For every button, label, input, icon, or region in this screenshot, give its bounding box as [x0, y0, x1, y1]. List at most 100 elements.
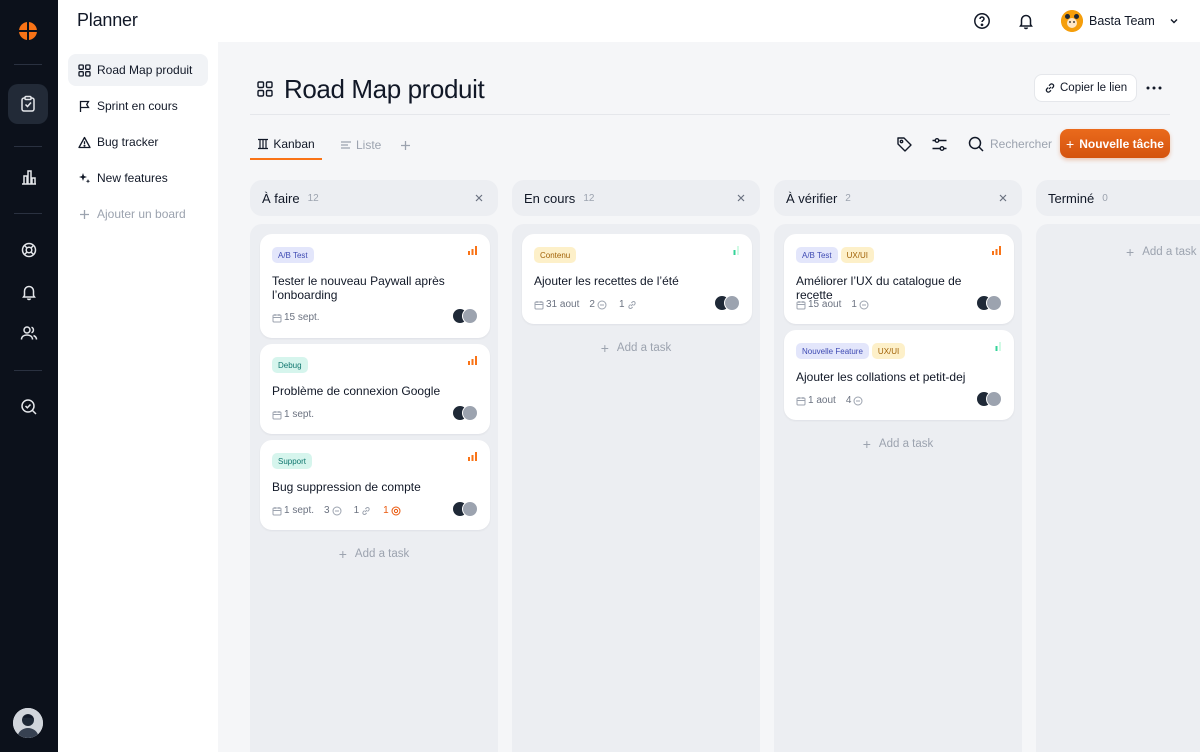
team-switcher[interactable]: Basta Team	[1061, 9, 1181, 33]
assignees[interactable]	[452, 501, 478, 517]
task-meta: 15 aout 1	[796, 299, 881, 310]
task-card[interactable]: Contenu Ajouter les recettes de l’été 31…	[522, 234, 752, 324]
avatar	[986, 391, 1002, 407]
tab-kanban[interactable]: Kanban	[250, 130, 322, 160]
grid-icon	[257, 81, 273, 97]
close-icon[interactable]	[472, 191, 486, 205]
tag-badge: UX/UI	[871, 343, 906, 359]
priority-high-icon	[468, 356, 477, 365]
avatar	[462, 501, 478, 517]
priority-high-icon	[992, 246, 1001, 255]
assignees[interactable]	[976, 295, 1002, 311]
top-bar: Planner Basta Team	[58, 0, 1200, 42]
notifications-icon[interactable]	[1016, 11, 1036, 31]
tag-badge: A/B Test	[272, 247, 314, 263]
task-meta: 1 aout 4	[796, 395, 875, 406]
add-task-button[interactable]: + Add a task	[1126, 244, 1197, 260]
plus-icon	[77, 207, 91, 221]
sidebar-item-sprint[interactable]: Sprint en cours	[68, 90, 208, 122]
comment-icon	[597, 300, 607, 309]
help-icon[interactable]	[972, 11, 992, 31]
column-header: À vérifier 2	[774, 180, 1022, 216]
sidebar-item-label: Ajouter un board	[97, 207, 186, 221]
board-header: Road Map produit Copier le lien	[250, 72, 1170, 115]
analytics-icon[interactable]	[17, 165, 41, 189]
due-date-label: 1 sept.	[284, 505, 315, 516]
board-main: Road Map produit Copier le lien Kanban L…	[218, 42, 1200, 752]
due-date-label: 15 sept.	[284, 312, 320, 323]
due-date-label: 1 aout	[808, 395, 836, 406]
priority-low-icon	[733, 246, 739, 255]
task-card[interactable]: Debug Problème de connexion Google 1 sep…	[260, 344, 490, 434]
column-body: + Add a task	[1036, 224, 1200, 752]
calendar-icon	[272, 506, 282, 515]
add-task-button[interactable]: + Add a task	[774, 436, 1022, 452]
column-count: 0	[1102, 192, 1108, 204]
sidebar-item-new-features[interactable]: New features	[68, 162, 208, 194]
column-a-verifier: À vérifier 2 A/B Test UX/UI Améliorer l’…	[774, 180, 1022, 752]
new-task-label: Nouvelle tâche	[1079, 136, 1164, 151]
planner-icon[interactable]	[8, 84, 48, 124]
tab-label: Liste	[356, 138, 382, 152]
grid-icon	[77, 63, 91, 77]
list-icon	[340, 139, 352, 151]
assignees[interactable]	[452, 308, 478, 324]
bug-icon	[391, 506, 401, 515]
add-board-button[interactable]: Ajouter un board	[68, 198, 208, 230]
add-task-button[interactable]: + Add a task	[250, 546, 498, 562]
task-title: Ajouter les recettes de l’été	[534, 274, 679, 288]
rail-divider	[14, 146, 42, 147]
task-card[interactable]: Nouvelle Feature UX/UI Ajouter les colla…	[784, 330, 1014, 420]
task-title: Tester le nouveau Paywall après l’onboar…	[272, 274, 445, 302]
plus-icon: +	[1066, 135, 1075, 152]
comments-count: 3	[324, 505, 344, 516]
new-task-button[interactable]: + Nouvelle tâche	[1060, 129, 1170, 158]
users-icon[interactable]	[17, 321, 41, 345]
sidebar-item-road-map[interactable]: Road Map produit	[68, 54, 208, 86]
assignees[interactable]	[714, 295, 740, 311]
task-title: Ajouter les collations et petit-dej	[796, 370, 966, 384]
column-title: Terminé	[1048, 190, 1095, 206]
tag-badge: A/B Test	[796, 247, 838, 263]
sidebar-item-label: Bug tracker	[97, 135, 159, 149]
priority-low-icon	[995, 342, 1001, 351]
comment-icon	[332, 506, 342, 515]
task-card[interactable]: A/B Test Tester le nouveau Paywall après…	[260, 234, 490, 338]
close-icon[interactable]	[996, 191, 1010, 205]
tag-icon[interactable]	[895, 135, 913, 153]
kanban-icon	[257, 138, 269, 150]
column-termine: Terminé 0 + Add a task	[1036, 180, 1200, 752]
close-icon[interactable]	[734, 191, 748, 205]
link-icon	[362, 506, 370, 515]
search-input[interactable]: Rechercher	[968, 134, 1052, 154]
task-meta: 15 sept.	[272, 312, 330, 323]
calendar-icon	[272, 313, 282, 322]
app-title: Planner	[77, 10, 138, 30]
filter-icon[interactable]	[930, 135, 948, 153]
priority-high-icon	[468, 246, 477, 255]
comment-icon	[853, 396, 863, 405]
search-zoom-icon[interactable]	[17, 395, 41, 419]
tab-liste[interactable]: Liste	[340, 130, 381, 160]
chevron-down-icon	[1169, 15, 1181, 27]
sidebar-item-bug-tracker[interactable]: Bug tracker	[68, 126, 208, 158]
assignees[interactable]	[976, 391, 1002, 407]
task-card[interactable]: A/B Test UX/UI Améliorer l’UX du catalog…	[784, 234, 1014, 324]
calendar-icon	[796, 396, 806, 405]
support-icon[interactable]	[17, 238, 41, 262]
user-avatar[interactable]	[13, 708, 43, 738]
more-options-icon[interactable]	[1144, 78, 1164, 98]
board-sidebar: Road Map produit Sprint en cours Bug tra…	[58, 42, 218, 752]
logo-icon[interactable]	[17, 20, 39, 42]
links-value: 1	[353, 505, 360, 516]
task-card[interactable]: Support Bug suppression de compte 1 sept…	[260, 440, 490, 530]
copy-link-label: Copier le lien	[1060, 82, 1128, 94]
add-view-button[interactable]	[400, 130, 411, 160]
copy-link-button[interactable]: Copier le lien	[1034, 74, 1138, 102]
assignees[interactable]	[452, 405, 478, 421]
sidebar-item-label: Road Map produit	[97, 63, 193, 77]
rail-divider	[14, 213, 42, 214]
bell-icon[interactable]	[17, 280, 41, 304]
column-body: A/B Test Tester le nouveau Paywall après…	[250, 224, 498, 752]
add-task-button[interactable]: + Add a task	[512, 340, 760, 356]
